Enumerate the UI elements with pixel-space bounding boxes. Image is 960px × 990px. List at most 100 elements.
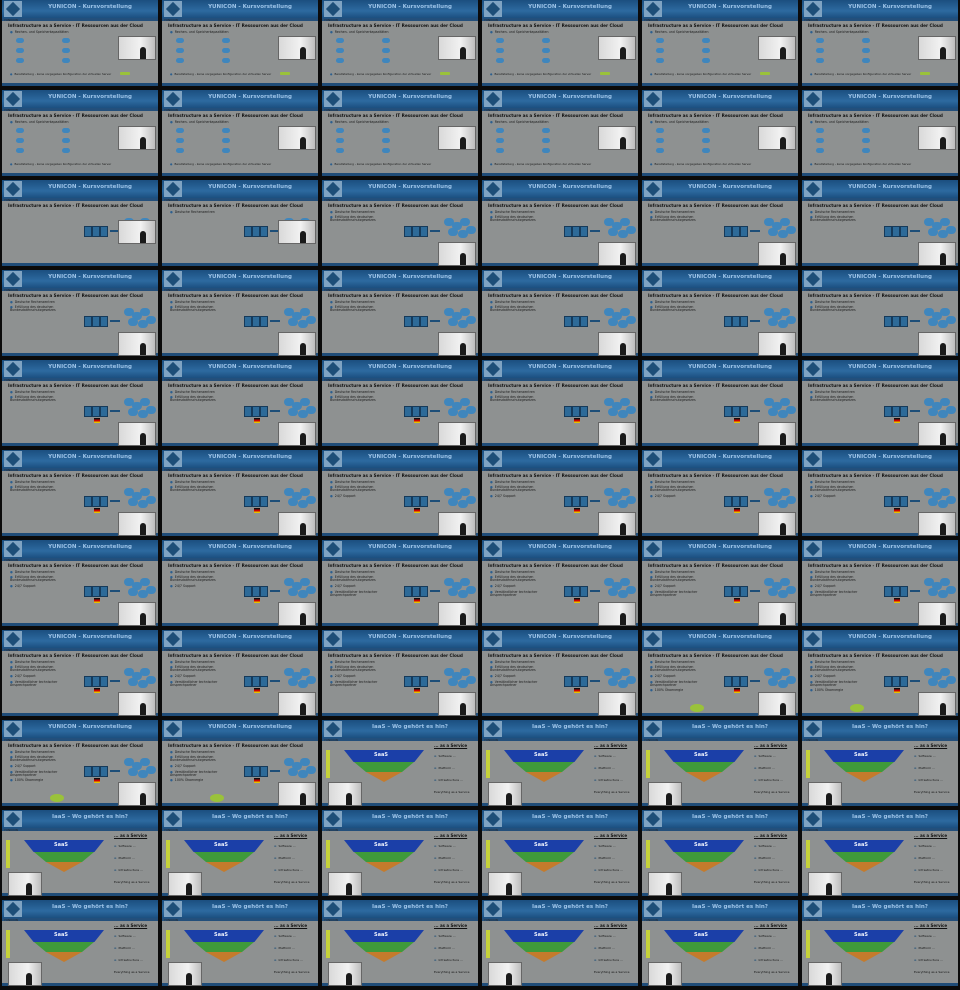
logo-text: YUNICON [4,288,18,292]
yunicon-logo-icon [4,1,22,17]
slide-header-title: YUNICON - Kursvorstellung [208,724,292,730]
yunicon-logo-icon [804,721,822,737]
saas-label: SaaS [214,932,228,938]
service-icon [62,148,70,153]
header-underline [642,828,798,831]
server-icon [740,496,748,507]
server-icon [244,316,252,327]
saas-label: SaaS [694,752,708,758]
iaas-layer [846,862,882,872]
presenter-silhouette [780,613,786,625]
presenter-silhouette [940,253,946,265]
slide-header-title: YUNICON - Kursvorstellung [688,94,772,100]
bullet-item: Verständlicher technischer Ansprechpartn… [10,680,70,688]
video-frame-tile: YUNICON YUNICON - Kursvorstellung Infrastr… [162,180,318,266]
cloud-node-icon [786,406,796,414]
presenter-silhouette [460,343,466,355]
slide-footer-bar [2,83,158,86]
german-flag-icon [254,598,260,603]
service-type-item: Infrastructure ... [114,958,143,962]
slide-header-title: YUNICON - Kursvorstellung [368,454,452,460]
green-note [600,72,610,75]
yunicon-logo-icon [804,181,822,197]
service-icon [176,128,184,133]
server-icon [732,586,740,597]
logo-text: YUNICON [804,828,818,832]
slide-footer-bar [642,173,798,176]
server-icon [884,496,892,507]
presenter-video [118,692,156,716]
service-icon [816,48,824,53]
video-frame-tile: YUNICON YUNICON - Kursvorstellung Infrastr… [2,270,158,356]
video-frame-tile: YUNICON YUNICON - Kursvorstellung Infrastr… [162,630,318,716]
slide-title: Infrastructure as a Service - IT Ressour… [168,473,303,478]
presenter-video [118,602,156,626]
logo-text: YUNICON [644,18,658,22]
slide-title: Infrastructure as a Service - IT Ressour… [328,113,463,118]
bullet-item: 24/7 Support [170,584,196,588]
server-icon [884,316,892,327]
cloud-infrastructure-graphic [564,218,636,240]
service-icon [336,48,344,53]
slide-header-title: YUNICON - Kursvorstellung [528,4,612,10]
server-icon [260,766,268,777]
german-flag-icon [254,778,260,783]
service-icon [656,148,664,153]
cloud-node-icon [288,498,298,506]
slide-title: Infrastructure as a Service - IT Ressour… [488,473,623,478]
yunicon-logo-icon [644,721,662,737]
service-icon [656,128,664,133]
cloud-node-icon [620,488,630,496]
presenter-video [438,692,476,716]
bullet-item: Erfüllung des deutschen Bundesdatenschut… [10,755,70,763]
server-icon [564,496,572,507]
cloud-infrastructure-graphic [564,488,636,510]
cloud-node-icon [928,408,938,416]
bullet-item: Erfüllung des deutschen Bundesdatenschut… [490,575,550,583]
arrow-connector [910,590,920,592]
cloud-node-icon [460,218,470,226]
presenter-silhouette [826,883,832,895]
service-icon [382,38,390,43]
bullet-item: Erfüllung des deutschen Bundesdatenschut… [330,215,390,223]
yunicon-logo-icon [4,811,22,827]
bullet-item: Rechen- und Speicherkapazitäten [10,30,69,34]
cloud-node-icon [608,228,618,236]
bullet-item: 24/7 Support [170,674,196,678]
bullet-item: Deutsche Rechenzentren [330,570,375,574]
service-type-item: Software ... [914,754,936,758]
logo-text: YUNICON [164,288,178,292]
cloud-node-icon [448,678,458,686]
vertical-label-strip [326,930,330,958]
logo-text: YUNICON [324,18,338,22]
slide-title: Infrastructure as a Service - IT Ressour… [8,563,143,568]
slide-footer-bar [162,263,318,266]
server-icon [732,316,740,327]
header-underline [322,828,478,831]
video-frame-tile: YUNICON YUNICON - Kursvorstellung Infrastr… [322,360,478,446]
arrow-connector [590,320,600,322]
video-frame-tile: YUNICON IaaS – Wo gehört es hin? SaaS ... a… [2,900,158,986]
presenter-silhouette [940,137,946,149]
yunicon-logo-icon [324,451,342,467]
bullet-item: Rechen- und Speicherkapazitäten [810,120,869,124]
logo-text: YUNICON [484,108,498,112]
cloud-node-icon [780,488,790,496]
arrow-connector [750,230,760,232]
logo-text: YUNICON [4,648,18,652]
server-icon [724,226,732,237]
bullet-item: Deutsche Rechenzentren [170,660,215,664]
service-type-item: Platform ... [914,946,935,950]
cloud-node-icon [288,768,298,776]
yunicon-logo-icon [484,811,502,827]
server-icon [420,676,428,687]
as-a-service-heading: ... as a Service [274,833,308,838]
service-icon [542,48,550,53]
cloud-node-icon [940,668,950,676]
server-icon [740,586,748,597]
slide-header-title: YUNICON - Kursvorstellung [528,544,612,550]
slide-header-title: YUNICON - Kursvorstellung [688,634,772,640]
service-type-item: Platform ... [274,856,295,860]
service-icon [62,38,70,43]
logo-text: YUNICON [484,738,498,742]
